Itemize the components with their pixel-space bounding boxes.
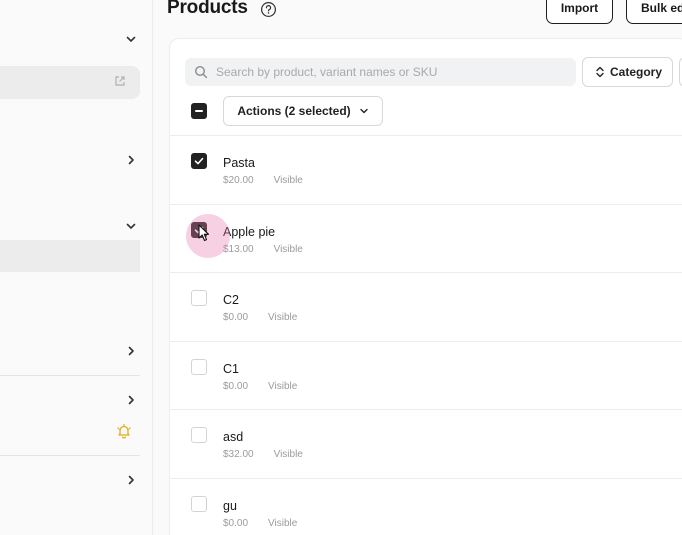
actions-label: Actions (2 selected): [237, 104, 351, 118]
chevron-right-icon[interactable]: [124, 393, 138, 407]
sidebar-divider: [0, 375, 140, 376]
product-name[interactable]: C2: [223, 293, 239, 307]
page-title: Products: [167, 0, 248, 18]
chevron-down-icon[interactable]: [124, 219, 138, 233]
import-button[interactable]: Import: [546, 0, 613, 24]
chevron-right-icon[interactable]: [124, 473, 138, 487]
product-row[interactable]: C1 $0.00 Visible: [170, 340, 682, 410]
bell-icon[interactable]: [116, 423, 132, 439]
product-row[interactable]: Apple pie $13.00 Visible: [170, 203, 682, 273]
product-meta: $0.00 Visible: [223, 381, 297, 392]
product-price: $0.00: [223, 380, 249, 392]
product-list: Pasta $20.00 Visible Apple pie $13.00 Vi…: [170, 135, 682, 535]
product-price: $20.00: [223, 175, 254, 186]
check-icon: [194, 157, 204, 165]
product-meta: $13.00 Visible: [223, 244, 303, 255]
app-window: Products Import Bulk ed Category Act: [0, 0, 682, 535]
search-icon: [194, 65, 208, 79]
sort-icon: [594, 66, 606, 78]
category-filter-button[interactable]: Category: [582, 57, 673, 87]
chevron-right-icon[interactable]: [124, 153, 138, 167]
chevron-down-icon: [359, 108, 368, 114]
product-name[interactable]: asd: [223, 430, 243, 444]
sidebar-divider: [0, 455, 140, 456]
product-meta: $0.00 Visible: [223, 312, 297, 323]
pointer-cursor-icon: [198, 224, 210, 242]
indeterminate-mark: [195, 110, 203, 112]
product-status: Visible: [268, 380, 298, 392]
product-name[interactable]: Pasta: [223, 156, 255, 170]
sidebar: [0, 0, 153, 535]
main-content: Products Import Bulk ed Category Act: [153, 0, 682, 535]
search-input[interactable]: [216, 65, 556, 79]
chevron-right-icon[interactable]: [124, 344, 138, 358]
row-checkbox[interactable]: [191, 153, 207, 169]
sidebar-item-products[interactable]: [0, 240, 140, 272]
product-meta: $0.00 Visible: [223, 518, 297, 529]
row-checkbox[interactable]: [191, 290, 207, 306]
product-row[interactable]: C2 $0.00 Visible: [170, 272, 682, 341]
product-name[interactable]: gu: [223, 499, 237, 513]
product-price: $32.00: [223, 449, 254, 460]
chevron-down-icon[interactable]: [124, 32, 138, 46]
bulk-actions-dropdown[interactable]: Actions (2 selected): [223, 96, 383, 126]
product-row[interactable]: Pasta $20.00 Visible: [170, 135, 682, 204]
product-row[interactable]: asd $32.00 Visible: [170, 409, 682, 478]
product-status: Visible: [273, 243, 303, 255]
external-link-icon[interactable]: [114, 74, 126, 86]
product-name[interactable]: C1: [223, 362, 239, 376]
product-price: $0.00: [223, 312, 249, 323]
category-label: Category: [610, 65, 663, 79]
product-status: Visible: [268, 517, 298, 529]
question-circle-icon[interactable]: [260, 1, 277, 18]
row-checkbox[interactable]: [191, 358, 207, 375]
product-name[interactable]: Apple pie: [223, 225, 275, 239]
select-all-checkbox[interactable]: [191, 103, 207, 119]
product-status: Visible: [273, 175, 303, 186]
products-panel: Category Actions (2 selected) Pasta $20.…: [169, 38, 682, 535]
product-status: Visible: [273, 449, 303, 460]
product-meta: $32.00 Visible: [223, 449, 303, 460]
search-bar[interactable]: [185, 58, 576, 86]
row-checkbox[interactable]: [191, 427, 207, 443]
product-status: Visible: [268, 312, 298, 323]
bulk-edit-button[interactable]: Bulk ed: [626, 0, 682, 24]
product-meta: $20.00 Visible: [223, 175, 303, 186]
product-row[interactable]: gu $0.00 Visible: [170, 477, 682, 535]
product-price: $0.00: [223, 517, 249, 529]
row-checkbox[interactable]: [191, 495, 207, 512]
